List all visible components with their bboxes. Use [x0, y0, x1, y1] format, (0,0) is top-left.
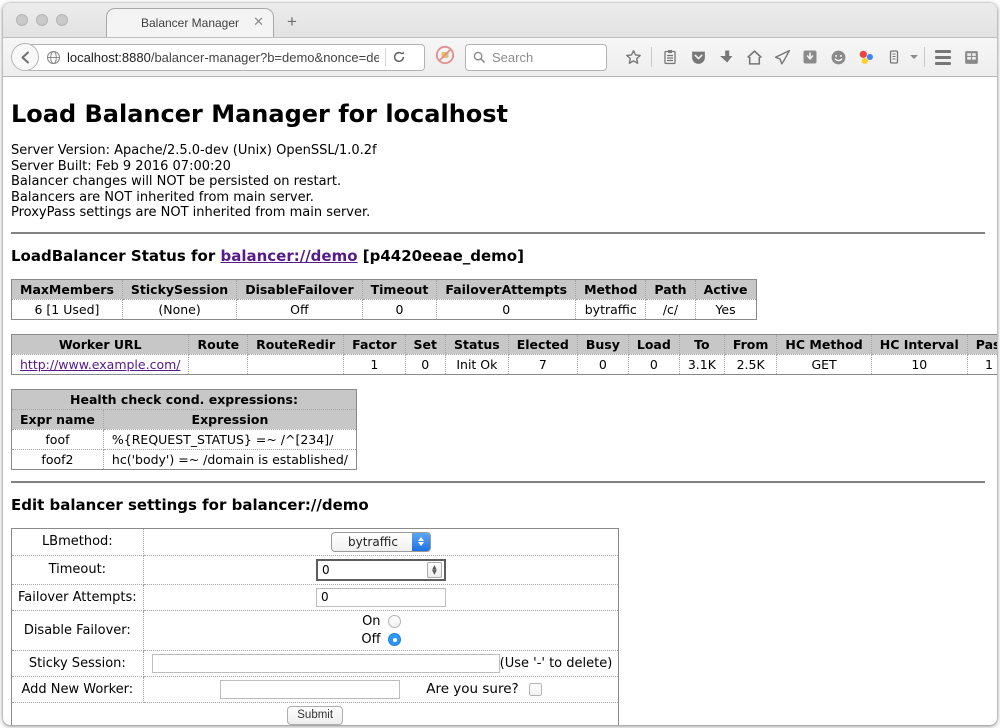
container-icon[interactable]	[880, 43, 908, 71]
pages-icon[interactable]	[957, 43, 985, 71]
failover-off-radio[interactable]	[388, 633, 401, 646]
back-button[interactable]	[11, 43, 39, 71]
lbmethod-select[interactable]: bytraffic	[331, 532, 431, 552]
search-bar[interactable]: Search	[465, 44, 607, 71]
table-row: 6 [1 Used] (None) Off 0 0 bytraffic /c/ …	[12, 299, 757, 319]
site-identity-globe-icon	[46, 50, 61, 65]
navigation-toolbar: localhost:8880/balancer-manager?b=demo&n…	[3, 37, 997, 77]
balancer-status-table: MaxMembers StickySession DisableFailover…	[11, 279, 757, 320]
balancer-link[interactable]: balancer://demo	[220, 247, 357, 265]
chat-smiley-icon[interactable]	[824, 43, 852, 71]
zoom-window-button[interactable]	[56, 14, 68, 26]
close-window-button[interactable]	[16, 14, 28, 26]
edit-settings-heading: Edit balancer settings for balancer://de…	[11, 496, 985, 514]
sticky-session-hint: (Use '-' to delete)	[500, 656, 613, 671]
url-text: localhost:8880/balancer-manager?b=demo&n…	[67, 50, 379, 65]
search-icon	[473, 51, 486, 64]
reload-icon[interactable]	[392, 50, 406, 64]
bookmark-star-icon[interactable]	[619, 43, 647, 71]
select-stepper-icon	[412, 532, 430, 552]
download-icon[interactable]	[712, 43, 740, 71]
failover-on-radio[interactable]	[388, 615, 401, 628]
persist-note: Balancer changes will NOT be persisted o…	[11, 174, 985, 190]
pocket-icon[interactable]	[684, 43, 712, 71]
worker-url-link[interactable]: http://www.example.com/	[20, 357, 180, 372]
worker-status-table: Worker URL Route RouteRedir Factor Set S…	[11, 334, 997, 375]
search-placeholder: Search	[492, 50, 533, 65]
back-arrow-icon	[18, 50, 33, 65]
number-stepper-icon[interactable]: ▲▼	[427, 562, 442, 578]
on-label: On	[362, 614, 380, 629]
are-you-sure-label: Are you sure?	[426, 681, 519, 697]
content-blocked-icon[interactable]	[435, 45, 455, 70]
table-row: foof2 hc('body') =~ /domain is establish…	[12, 449, 357, 469]
disable-failover-label: Disable Failover:	[12, 610, 144, 650]
table-row: http://www.example.com/ 1 0 Init Ok 7 0 …	[12, 354, 998, 374]
page-content: Load Balancer Manager for localhost Serv…	[3, 77, 997, 725]
chevron-down-icon[interactable]	[910, 55, 918, 59]
home-icon[interactable]	[740, 43, 768, 71]
colored-dots-icon[interactable]	[852, 43, 880, 71]
health-table-title: Health check cond. expressions:	[12, 389, 357, 409]
url-bar[interactable]: localhost:8880/balancer-manager?b=demo&n…	[25, 44, 425, 71]
reading-list-icon[interactable]	[656, 43, 684, 71]
save-to-device-icon[interactable]	[796, 43, 824, 71]
lbmethod-label: LBmethod:	[12, 528, 144, 555]
timeout-input[interactable]	[318, 563, 427, 577]
sticky-session-label: Sticky Session:	[12, 650, 144, 676]
page-title: Load Balancer Manager for localhost	[11, 100, 985, 128]
failover-attempts-input[interactable]	[316, 588, 446, 607]
balancer-settings-form: LBmethod: bytraffic Timeout: ▲▼	[11, 528, 619, 726]
divider	[11, 481, 985, 483]
proxypass-note: ProxyPass settings are NOT inherited fro…	[11, 205, 985, 221]
server-info: Server Version: Apache/2.5.0-dev (Unix) …	[11, 143, 985, 221]
submit-button[interactable]: Submit	[287, 706, 343, 725]
timeout-input-wrap: ▲▼	[316, 559, 446, 581]
menu-icon[interactable]	[929, 43, 957, 71]
table-row: foof %{REQUEST_STATUS} =~ /^[234]/	[12, 429, 357, 449]
browser-window: Balancer Manager ✕ + localhost:8880/bala…	[3, 3, 997, 725]
divider	[11, 232, 985, 234]
off-label: Off	[361, 632, 380, 647]
failover-attempts-label: Failover Attempts:	[12, 584, 144, 610]
tab-title: Balancer Manager	[141, 16, 239, 30]
status-heading: LoadBalancer Status for balancer://demo …	[11, 247, 985, 265]
window-controls	[16, 14, 68, 26]
server-built: Server Built: Feb 9 2016 07:00:20	[11, 159, 985, 175]
server-version: Server Version: Apache/2.5.0-dev (Unix) …	[11, 143, 985, 159]
sticky-session-input[interactable]	[152, 654, 500, 673]
send-plane-icon[interactable]	[768, 43, 796, 71]
tab-bar: Balancer Manager ✕ +	[3, 3, 997, 37]
health-check-table: Health check cond. expressions: Expr nam…	[11, 389, 357, 470]
new-tab-button[interactable]: +	[287, 13, 297, 30]
tab-close-icon[interactable]: ✕	[253, 15, 264, 28]
add-worker-input[interactable]	[220, 680, 400, 699]
timeout-label: Timeout:	[12, 555, 144, 584]
add-worker-label: Add New Worker:	[12, 676, 144, 702]
browser-tab[interactable]: Balancer Manager ✕	[106, 8, 274, 37]
are-you-sure-checkbox[interactable]	[529, 683, 542, 696]
minimize-window-button[interactable]	[36, 14, 48, 26]
inherit-note: Balancers are NOT inherited from main se…	[11, 190, 985, 206]
